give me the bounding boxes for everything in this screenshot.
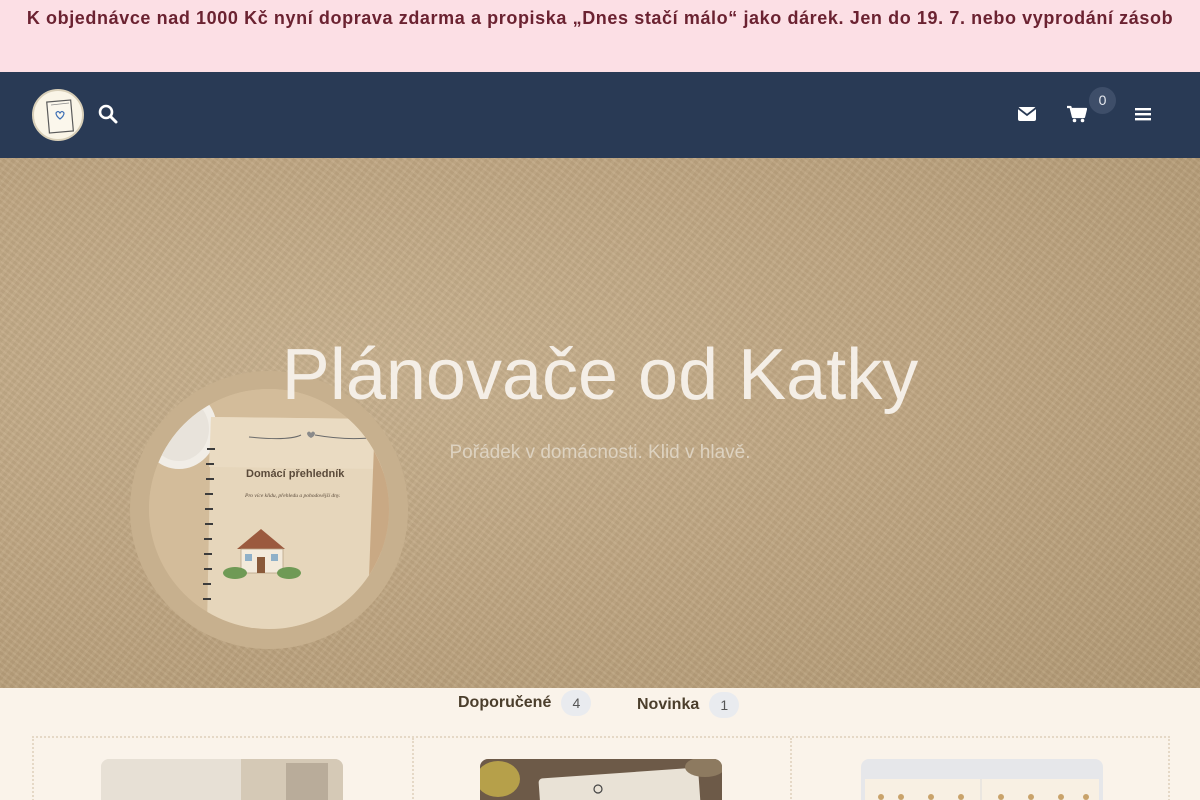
product-image[interactable] [861, 759, 1103, 800]
product-card[interactable] [790, 738, 1172, 800]
promo-text: K objednávce nad 1000 Kč nyní doprava zd… [26, 8, 1174, 28]
tab-count-badge: 4 [561, 690, 592, 716]
envelope-icon[interactable] [1015, 102, 1039, 126]
cart-icon[interactable] [1065, 102, 1089, 126]
hero-subtitle: Pořádek v domácnosti. Klid v hlavě. [449, 442, 751, 463]
product-card[interactable] [34, 738, 412, 800]
hero-title: Plánovače od Katky [281, 335, 919, 415]
notebook-heart-logo [46, 99, 74, 134]
product-card[interactable] [412, 738, 790, 800]
tab-label: Doporučené [458, 694, 552, 711]
product-grid [32, 736, 1170, 800]
promo-banner: K objednávce nad 1000 Kč nyní doprava zd… [0, 0, 1200, 72]
planner-title-text: Domácí přehledník [246, 468, 345, 480]
hamburger-menu-icon[interactable] [1131, 102, 1155, 126]
planner-notebook-illustration: Domácí přehledník Pro více klidu, přehle… [149, 389, 389, 629]
search-icon[interactable] [96, 102, 120, 126]
product-image[interactable] [480, 759, 722, 800]
hero-section: Domácí přehledník Pro více klidu, přehle… [0, 158, 1200, 688]
planner-tagline-text: Pro více klidu, přehledu a pohodovější d… [244, 493, 340, 499]
tab-novinka[interactable]: Novinka 1 [637, 692, 740, 718]
top-navbar [0, 72, 1200, 158]
cart-count-badge: 0 [1089, 87, 1116, 114]
tab-count-badge: 1 [709, 692, 740, 718]
product-image[interactable] [101, 759, 343, 800]
tab-label: Novinka [637, 696, 700, 713]
tab-doporucene[interactable]: Doporučené 4 [458, 690, 592, 716]
site-logo[interactable] [32, 89, 84, 141]
product-tabs: Doporučené 4 Novinka 1 [0, 688, 1200, 736]
